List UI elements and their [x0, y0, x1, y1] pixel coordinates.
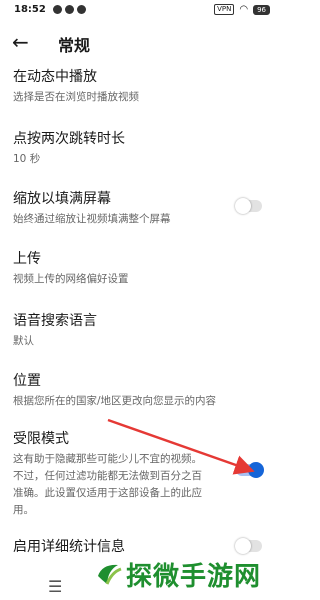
system-nav-bar: ☰ — [0, 564, 284, 600]
annotation-arrow — [107, 418, 255, 475]
menu-icon[interactable]: ☰ — [48, 577, 62, 596]
